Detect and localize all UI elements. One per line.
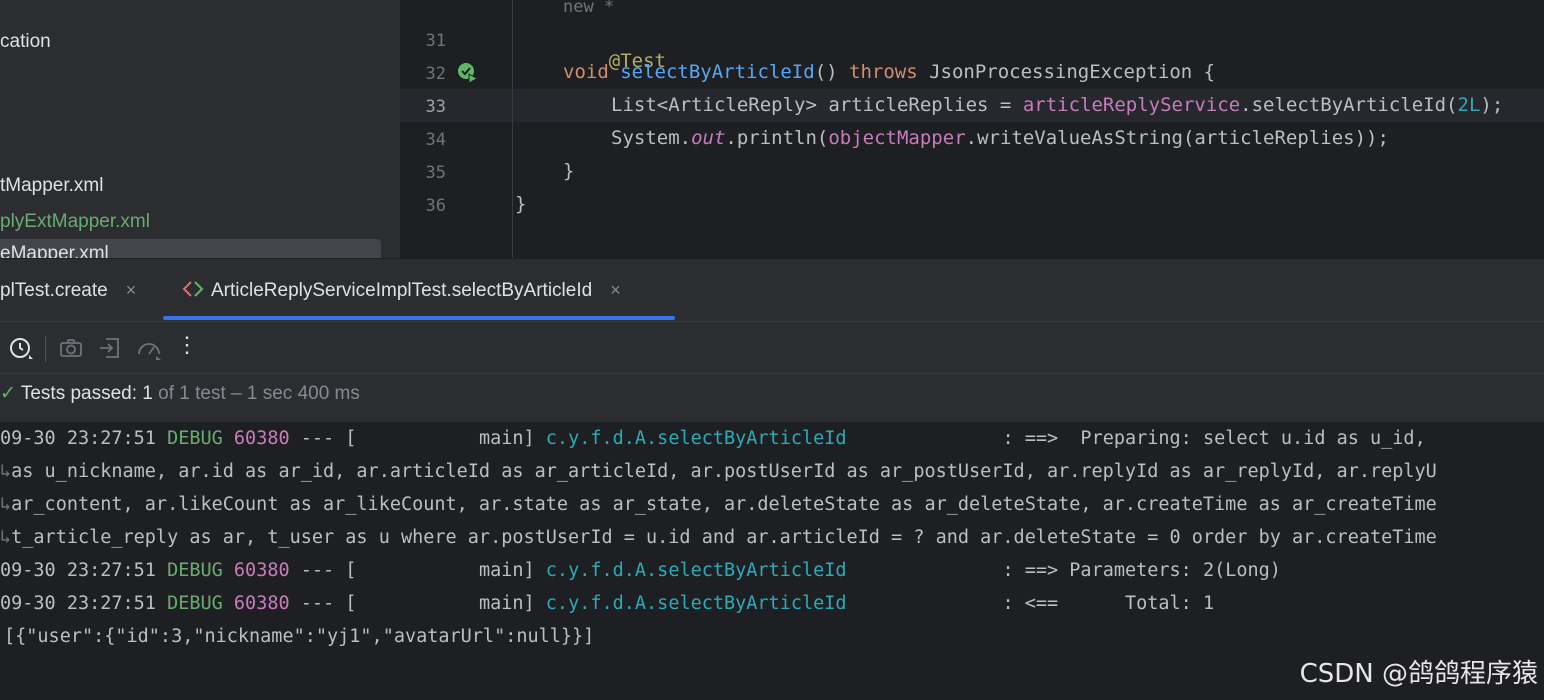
- log-pid: 60380: [222, 593, 290, 614]
- tree-item[interactable]: cation: [0, 27, 51, 57]
- number-token: 2L: [1457, 94, 1481, 116]
- code-token: .writeValueAsString(articleReplies));: [965, 127, 1389, 149]
- coverage-icon[interactable]: [136, 335, 162, 361]
- tree-item[interactable]: plyExtMapper.xml: [0, 207, 150, 237]
- line-number: 36: [425, 196, 446, 216]
- tree-item-selected[interactable]: eMapper.xml: [0, 239, 381, 258]
- line-number: 35: [425, 163, 446, 183]
- log-pid: 60380: [222, 428, 290, 449]
- code-line-36: }: [515, 193, 527, 215]
- line-number: 34: [425, 130, 446, 150]
- indent-guide: [512, 0, 513, 258]
- more-icon[interactable]: ⋮: [176, 332, 202, 358]
- log-wrap-line: ↳ar_content, ar.likeCount as ar_likeCoun…: [0, 494, 1437, 515]
- log-timestamp: 09-30 23:27:51: [0, 593, 168, 614]
- static-field-token: out: [691, 127, 726, 149]
- tab-label: plTest.create: [0, 280, 108, 301]
- code-line-34: System.out.println(objectMapper.writeVal…: [611, 127, 1389, 149]
- close-icon[interactable]: ×: [610, 280, 621, 300]
- field-token: objectMapper: [828, 127, 966, 149]
- code-line-35: }: [563, 160, 575, 182]
- log-timestamp: 09-30 23:27:51: [0, 428, 168, 449]
- log-wrap-line: ↳t_article_reply as ar, t_user as u wher…: [0, 527, 1437, 548]
- status-count: 1: [137, 383, 153, 404]
- soft-wrap-icon: ↳: [0, 494, 12, 515]
- tab-select-by-article-id[interactable]: ArticleReplyServiceImplTest.selectByArti…: [181, 259, 621, 321]
- log-line: 09-30 23:27:51 DEBUG 60380 --- [ main] c…: [0, 428, 1426, 449]
- line-number: 31: [425, 31, 446, 51]
- tree-item-label: tMapper.xml: [0, 175, 104, 196]
- check-icon: ✓: [0, 383, 16, 404]
- tab-create-test[interactable]: plTest.create ×: [0, 259, 136, 321]
- json-output: [{"user":{"id":3,"nickname":"yj1","avata…: [4, 626, 595, 647]
- log-pid: 60380: [222, 560, 290, 581]
- keyword-token: throws: [849, 61, 918, 83]
- log-logger: c.y.f.d.A.selectByArticleId: [545, 428, 847, 449]
- log-timestamp: 09-30 23:27:51: [0, 560, 168, 581]
- tree-item-label: plyExtMapper.xml: [0, 211, 150, 232]
- code-line-33: List<ArticleReply> articleReplies = arti…: [611, 94, 1503, 116]
- code-token: .selectByArticleId(: [1240, 94, 1458, 116]
- log-message: : ==> Parameters: 2(Long): [846, 560, 1281, 581]
- field-token: articleReplyService: [1022, 94, 1241, 116]
- log-line: 09-30 23:27:51 DEBUG 60380 --- [ main] c…: [0, 560, 1281, 581]
- code-token: System.: [611, 127, 692, 149]
- close-icon[interactable]: ×: [126, 280, 137, 300]
- status-detail: of 1 test – 1 sec 400 ms: [152, 383, 360, 404]
- run-test-passed-icon[interactable]: [457, 62, 479, 84]
- line-number: 32: [425, 64, 446, 84]
- code-token: JsonProcessingException {: [917, 61, 1216, 83]
- tree-item-label: cation: [0, 31, 51, 52]
- history-icon[interactable]: [8, 335, 34, 361]
- run-tabs-bar: plTest.create × ArticleReplyServiceImplTe…: [0, 258, 1544, 321]
- run-toolbar: ⋮: [0, 321, 1544, 374]
- line-number: 33: [425, 97, 446, 117]
- log-logger: c.y.f.d.A.selectByArticleId: [545, 593, 847, 614]
- soft-wrap-icon: ↳: [0, 527, 12, 548]
- code-line-32: void selectByArticleId() throws JsonProc…: [563, 61, 1215, 83]
- log-message: t_article_reply as ar, t_user as u where…: [11, 527, 1437, 548]
- test-status-bar: ✓ Tests passed: 1 of 1 test – 1 sec 400 …: [0, 373, 1544, 422]
- watermark: CSDN @鸽鸽程序猿: [1299, 659, 1538, 689]
- camera-icon[interactable]: [58, 335, 84, 361]
- log-line: 09-30 23:27:51 DEBUG 60380 --- [ main] c…: [0, 593, 1214, 614]
- project-tree: cation tMapper.xml plyExtMapper.xml eMap…: [0, 0, 400, 258]
- code-token: (): [814, 61, 850, 83]
- keyword-token: void: [563, 61, 609, 83]
- log-thread: --- [ main]: [289, 593, 546, 614]
- log-message: ar_content, ar.likeCount as ar_likeCount…: [11, 494, 1437, 515]
- tree-item-label: eMapper.xml: [0, 243, 109, 258]
- status-label: Tests passed:: [20, 383, 138, 404]
- test-diff-icon: [182, 281, 204, 297]
- inlay-hint: new *: [563, 0, 615, 17]
- code-token: List<ArticleReply> articleReplies =: [611, 94, 1023, 116]
- tree-item[interactable]: tMapper.xml: [0, 171, 103, 201]
- log-logger: c.y.f.d.A.selectByArticleId: [545, 560, 847, 581]
- log-message: as u_nickname, ar.id as ar_id, ar.articl…: [11, 461, 1437, 482]
- active-tab-indicator: [163, 316, 675, 320]
- toolbar-separator: [45, 336, 46, 362]
- code-token: .println(: [725, 127, 829, 149]
- import-icon[interactable]: [97, 335, 123, 361]
- tab-label: ArticleReplyServiceImplTest.selectByArti…: [211, 280, 593, 301]
- log-level: DEBUG: [167, 428, 223, 449]
- log-message: : <== Total: 1: [846, 593, 1215, 614]
- code-editor[interactable]: new * 31 32 33 34 35 36 @Test void selec…: [400, 0, 1544, 258]
- log-thread: --- [ main]: [289, 560, 546, 581]
- log-wrap-line: ↳as u_nickname, ar.id as ar_id, ar.artic…: [0, 461, 1437, 482]
- log-level: DEBUG: [167, 593, 223, 614]
- log-thread: --- [ main]: [289, 428, 546, 449]
- log-level: DEBUG: [167, 560, 223, 581]
- log-message: : ==> Preparing: select u.id as u_id,: [846, 428, 1426, 449]
- soft-wrap-icon: ↳: [0, 461, 12, 482]
- method-token: selectByArticleId: [620, 61, 815, 83]
- code-token: );: [1480, 94, 1504, 116]
